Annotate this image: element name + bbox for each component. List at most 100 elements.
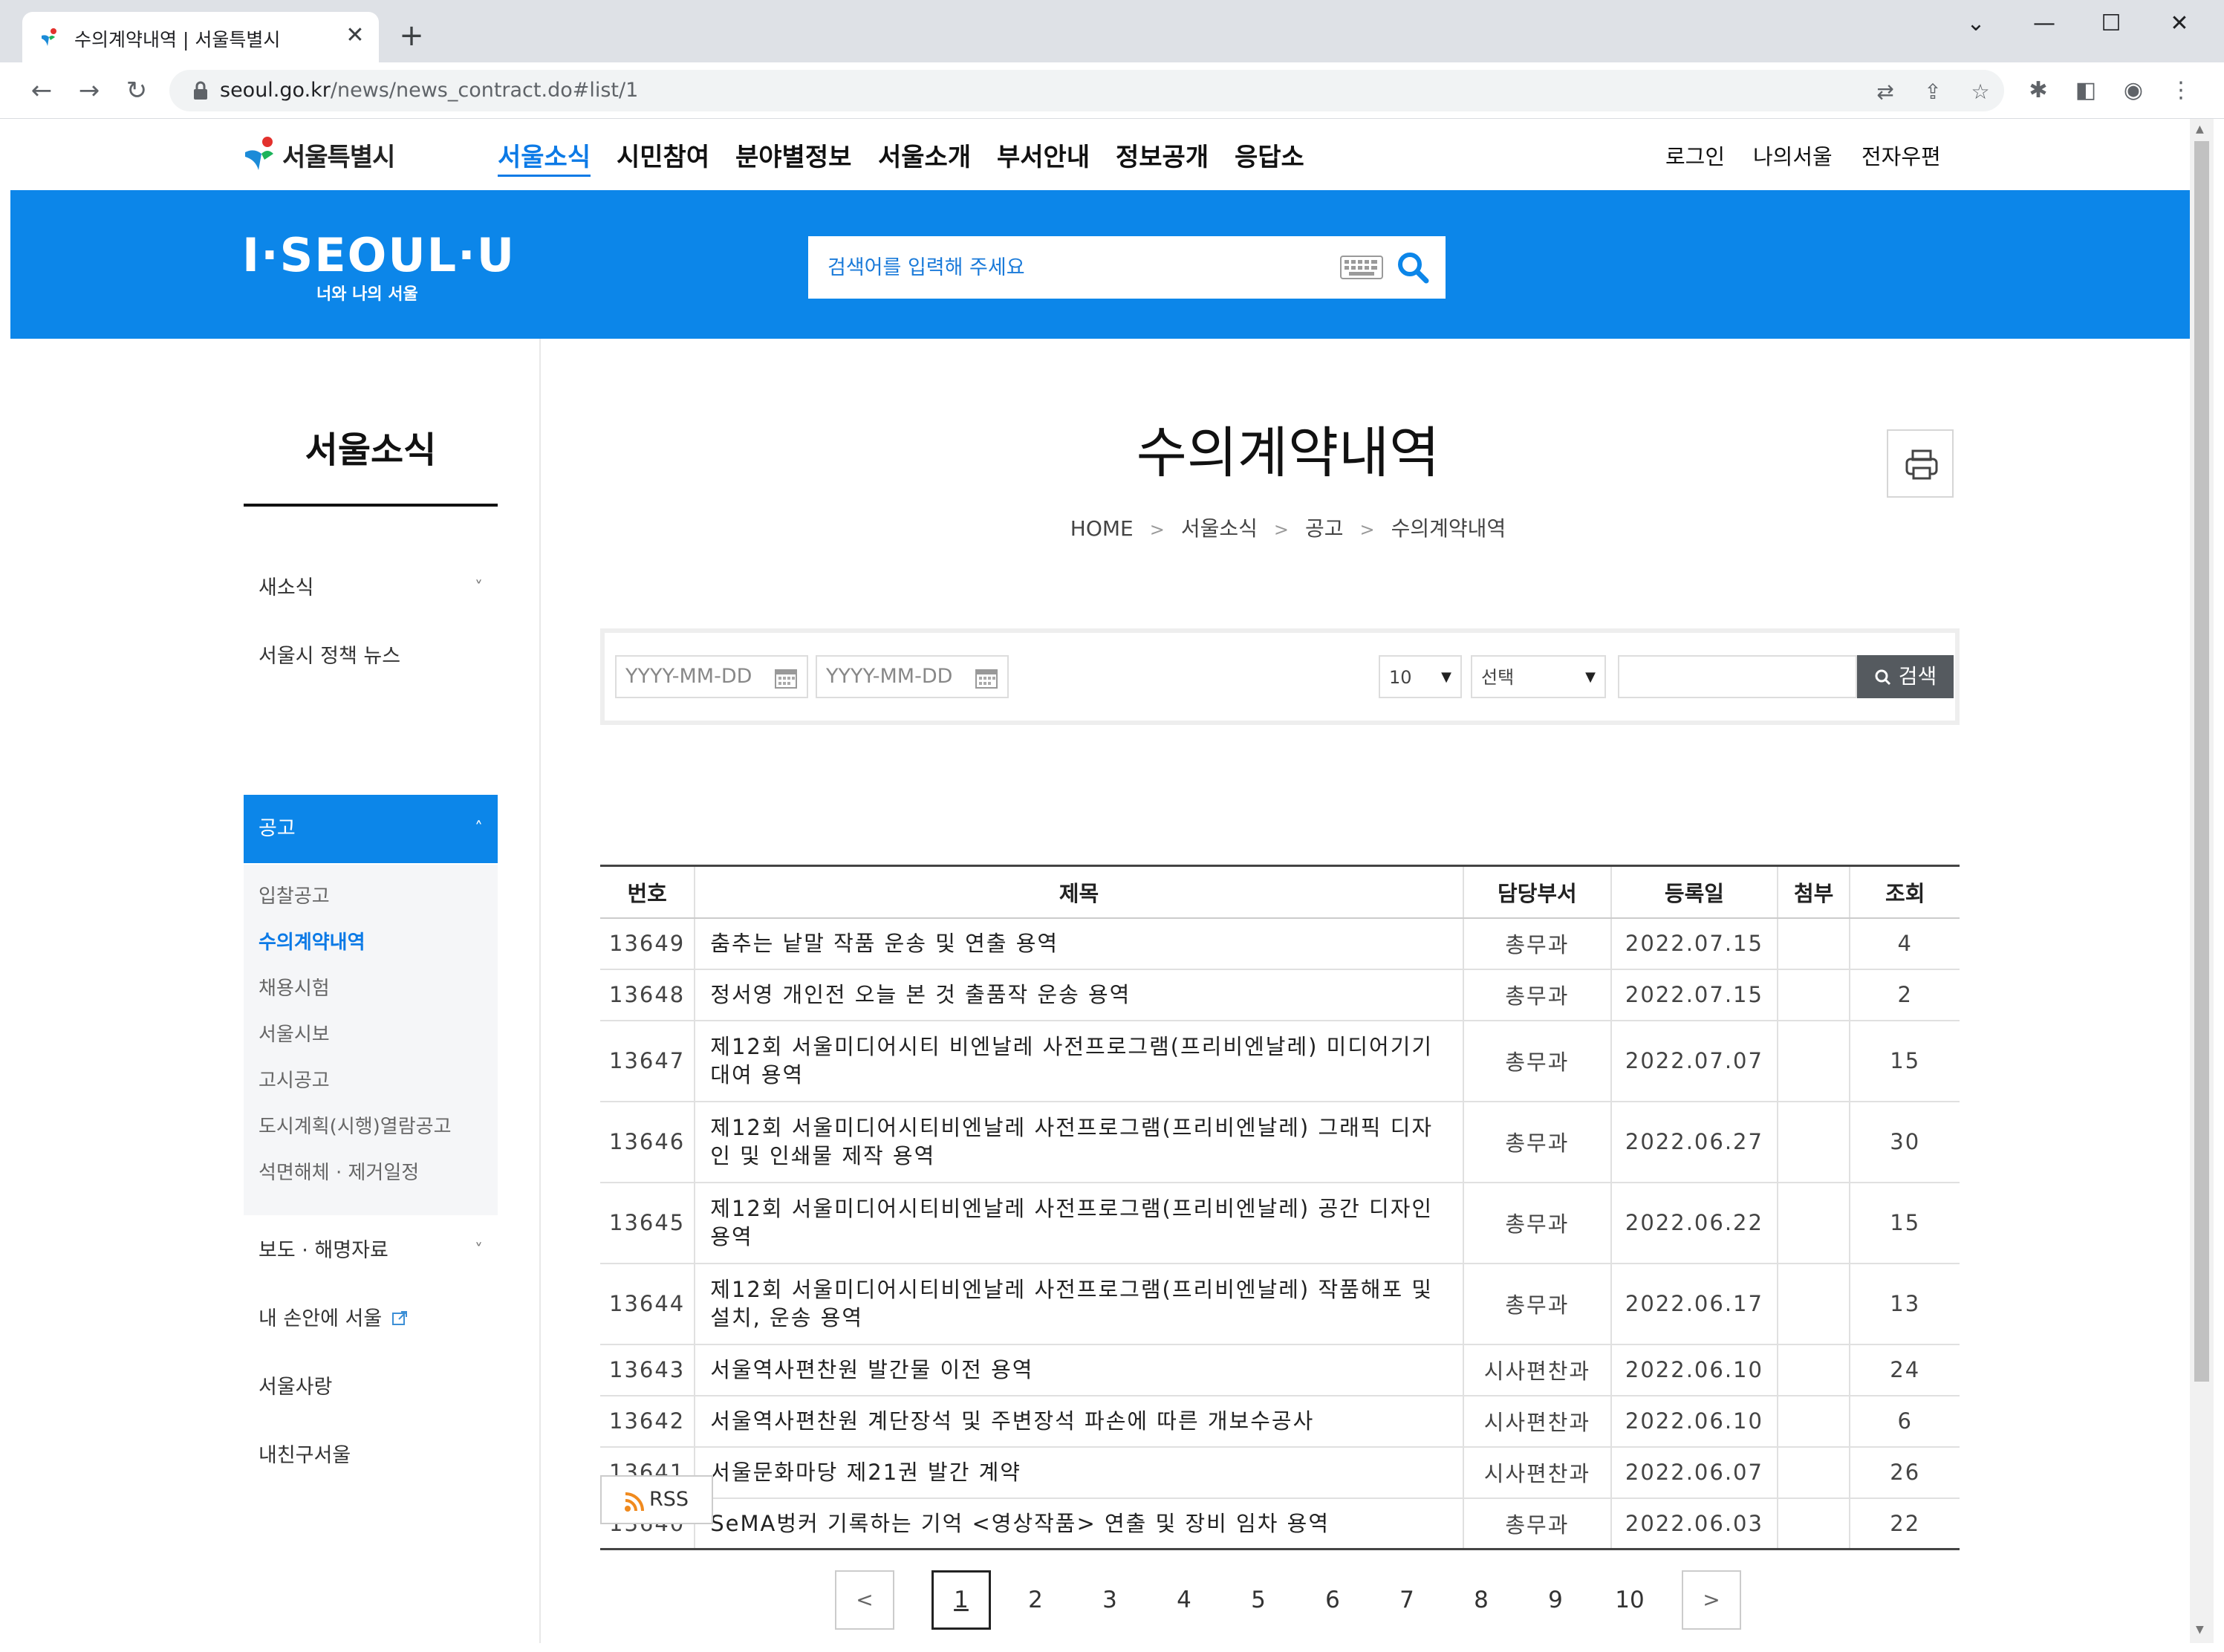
calendar-icon[interactable] — [975, 667, 998, 689]
lnb-sub-asbestos[interactable]: 석면해체 · 제거일정 — [259, 1157, 419, 1185]
cell-date: 2022.06.10 — [1610, 1395, 1778, 1448]
address-bar[interactable]: seoul.go.kr/news/news_contract.do#list/1… — [169, 70, 2004, 111]
gnb-citizen-participation[interactable]: 시민참여 — [617, 137, 709, 173]
cell-title-link[interactable]: 제12회 서울미디어시티비엔날레 사전프로그램(프리비엔날레) 작품해포 및 설… — [694, 1263, 1463, 1345]
page-1[interactable]: 1 — [931, 1570, 991, 1630]
table-row[interactable]: 13648 정서영 개인전 오늘 본 것 출품작 운송 용역 총무과 2022.… — [600, 969, 1960, 1021]
lnb-item-press[interactable]: 보도 · 해명자료 ˅ — [244, 1217, 498, 1285]
back-icon[interactable]: ← — [24, 73, 59, 108]
cell-title-link[interactable]: 서울역사편찬원 발간물 이전 용역 — [694, 1344, 1463, 1396]
lnb-sub-recruitment[interactable]: 채용시험 — [259, 973, 330, 1001]
cell-title-link[interactable]: 제12회 서울미디어시티 비엔날레 사전프로그램(프리비엔날레) 미디어기기 대… — [694, 1020, 1463, 1102]
lnb-item-notice[interactable]: 공고 ˄ — [244, 795, 498, 863]
my-seoul-link[interactable]: 나의서울 — [1753, 140, 1833, 171]
page-2[interactable]: 2 — [1006, 1570, 1065, 1630]
browser-tab[interactable]: 수의계약내역 | 서울특별시 ✕ — [22, 12, 379, 62]
tab-search-icon[interactable]: ⌄ — [1954, 7, 1998, 40]
table-row[interactable]: 13645 제12회 서울미디어시티비엔날레 사전프로그램(프리비엔날레) 공간… — [600, 1182, 1960, 1264]
table-row[interactable]: 13644 제12회 서울미디어시티비엔날레 사전프로그램(프리비엔날레) 작품… — [600, 1263, 1960, 1345]
cell-title-link[interactable]: 제12회 서울미디어시티비엔날레 사전프로그램(프리비엔날레) 공간 디자인 용… — [694, 1182, 1463, 1264]
window-close-icon[interactable]: ✕ — [2157, 7, 2202, 40]
cell-title-link[interactable]: 서울문화마당 제21권 발간 계약 — [694, 1446, 1463, 1499]
breadcrumb-seoul-news[interactable]: 서울소식 — [1181, 516, 1258, 541]
cell-title-link[interactable]: 서울역사편찬원 계단장석 및 주변장석 파손에 따른 개보수공사 — [694, 1395, 1463, 1448]
gnb-seoul-intro[interactable]: 서울소개 — [878, 137, 971, 173]
new-tab-icon[interactable]: + — [394, 18, 429, 53]
page-7[interactable]: 7 — [1377, 1570, 1437, 1630]
page-10[interactable]: 10 — [1600, 1570, 1659, 1630]
lnb-sub-urban-planning[interactable]: 도시계획(시행)열람공고 — [259, 1111, 452, 1139]
seoul-logo[interactable]: 서울특별시 — [242, 134, 395, 175]
extensions-icon[interactable]: ✱ — [2022, 74, 2055, 107]
gnb-field-info[interactable]: 분야별정보 — [735, 137, 851, 173]
gnb-eungdapso[interactable]: 응답소 — [1235, 137, 1304, 173]
site-search-input[interactable] — [808, 236, 1328, 299]
column-header-views: 조회 — [1849, 865, 1960, 919]
scroll-up-icon[interactable]: ▲ — [2196, 123, 2204, 135]
breadcrumb-home[interactable]: HOME — [1070, 516, 1134, 541]
rss-button[interactable]: RSS — [600, 1475, 713, 1524]
page-9[interactable]: 9 — [1526, 1570, 1585, 1630]
maximize-icon[interactable]: ☐ — [2089, 7, 2133, 40]
keyword-input[interactable] — [1618, 655, 1857, 698]
page-3[interactable]: 3 — [1080, 1570, 1139, 1630]
cell-title-link[interactable]: 춤추는 낱말 작품 운송 및 연출 용역 — [694, 917, 1463, 970]
calendar-icon[interactable] — [774, 667, 798, 689]
page-5[interactable]: 5 — [1229, 1570, 1288, 1630]
table-row[interactable]: 13647 제12회 서울미디어시티 비엔날레 사전프로그램(프리비엔날레) 미… — [600, 1020, 1960, 1102]
print-button[interactable] — [1887, 429, 1954, 498]
table-row[interactable]: 13641 서울문화마당 제21권 발간 계약 시사편찬과 2022.06.07… — [600, 1446, 1960, 1499]
bookmark-star-icon[interactable]: ☆ — [1965, 77, 1995, 107]
table-row[interactable]: 13642 서울역사편찬원 계단장석 및 주변장석 파손에 따른 개보수공사 시… — [600, 1395, 1960, 1448]
table-row[interactable]: 13640 SeMA벙커 기록하는 기억 <영상작품> 연출 및 장비 임차 용… — [600, 1497, 1960, 1549]
lnb-sub-private-contract[interactable]: 수의계약내역 — [259, 927, 365, 955]
cell-title-link[interactable]: SeMA벙커 기록하는 기억 <영상작품> 연출 및 장비 임차 용역 — [694, 1497, 1463, 1549]
page-6[interactable]: 6 — [1303, 1570, 1362, 1630]
prev-page-icon[interactable]: < — [835, 1570, 894, 1630]
browser-toolbar: ← → ↻ seoul.go.kr/news/news_contract.do#… — [0, 62, 2224, 119]
lnb-sub-seoul-gazette[interactable]: 서울시보 — [259, 1019, 330, 1047]
gnb-seoul-news[interactable]: 서울소식 — [498, 137, 591, 177]
search-icon[interactable] — [1395, 250, 1431, 285]
profile-avatar-icon[interactable]: ◉ — [2117, 74, 2150, 107]
scrollbar-thumb[interactable] — [2194, 141, 2209, 1382]
virtual-keyboard-icon[interactable] — [1340, 256, 1383, 279]
lnb-item-mobile-seoul[interactable]: 내 손안에 서울 — [244, 1285, 498, 1353]
page-scrollbar[interactable]: ▲ ▼ — [2190, 119, 2214, 1643]
table-row[interactable]: 13649 춤추는 낱말 작품 운송 및 연출 용역 총무과 2022.07.1… — [600, 917, 1960, 970]
page-size-select[interactable]: 10 ▼ — [1379, 655, 1462, 698]
lnb-item-my-friend-seoul[interactable]: 내친구서울 — [244, 1422, 498, 1490]
page-4[interactable]: 4 — [1154, 1570, 1214, 1630]
page-8[interactable]: 8 — [1451, 1570, 1511, 1630]
lnb-sub-public-notice[interactable]: 고시공고 — [259, 1065, 330, 1093]
menu-kebab-icon[interactable]: ⋮ — [2165, 74, 2197, 107]
email-link[interactable]: 전자우편 — [1862, 140, 1941, 171]
cell-title-link[interactable]: 정서영 개인전 오늘 본 것 출품작 운송 용역 — [694, 969, 1463, 1021]
page-title: 수의계약내역 — [1136, 421, 1440, 485]
side-panel-icon[interactable]: ◧ — [2069, 74, 2102, 107]
gnb-department-guide[interactable]: 부서안내 — [997, 137, 1090, 173]
gnb-info-disclosure[interactable]: 정보공개 — [1116, 137, 1209, 173]
close-tab-icon[interactable]: ✕ — [342, 22, 368, 49]
lnb-item-policy-news[interactable]: 서울시 정책 뉴스 — [244, 622, 498, 691]
start-date-input[interactable]: YYYY-MM-DD — [615, 655, 808, 698]
cell-title-link[interactable]: 제12회 서울미디어시티비엔날레 사전프로그램(프리비엔날레) 그래픽 디자인 … — [694, 1101, 1463, 1183]
search-button[interactable]: 검색 — [1857, 655, 1954, 698]
forward-icon[interactable]: → — [71, 73, 107, 108]
table-row[interactable]: 13643 서울역사편찬원 발간물 이전 용역 시사편찬과 2022.06.10… — [600, 1344, 1960, 1396]
lnb-item-seoul-love[interactable]: 서울사랑 — [244, 1353, 498, 1422]
next-page-icon[interactable]: > — [1682, 1570, 1741, 1630]
translate-icon[interactable]: ⇄ — [1870, 77, 1900, 107]
minimize-icon[interactable]: — — [2022, 7, 2067, 40]
table-row[interactable]: 13646 제12회 서울미디어시티비엔날레 사전프로그램(프리비엔날레) 그래… — [600, 1101, 1960, 1183]
cell-date: 2022.07.15 — [1610, 969, 1778, 1021]
breadcrumb-notice[interactable]: 공고 — [1305, 516, 1344, 541]
lnb-item-news[interactable]: 새소식 ˅ — [244, 554, 498, 622]
reload-icon[interactable]: ↻ — [119, 73, 155, 108]
lnb-sub-bid-notice[interactable]: 입찰공고 — [259, 881, 330, 908]
end-date-input[interactable]: YYYY-MM-DD — [816, 655, 1009, 698]
share-icon[interactable]: ⇪ — [1918, 77, 1948, 107]
scroll-down-icon[interactable]: ▼ — [2196, 1624, 2204, 1636]
search-field-select[interactable]: 선택 ▼ — [1471, 655, 1606, 698]
login-link[interactable]: 로그인 — [1665, 140, 1725, 171]
